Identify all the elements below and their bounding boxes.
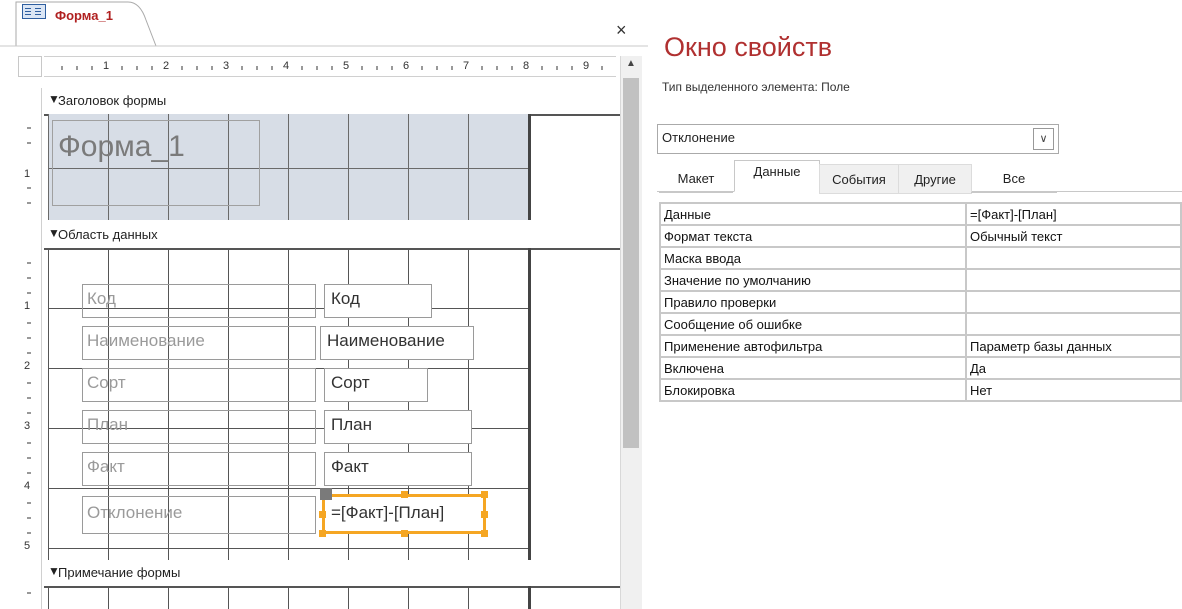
tab-maket[interactable]: Макет xyxy=(659,164,733,193)
property-row[interactable]: Значение по умолчанию xyxy=(659,268,1182,292)
property-value[interactable]: Нет xyxy=(965,378,1182,402)
label-plan[interactable]: План xyxy=(82,410,316,444)
ruler-number: 6 xyxy=(403,60,410,72)
property-value[interactable]: Обычный текст xyxy=(965,224,1182,248)
property-name[interactable]: Значение по умолчанию xyxy=(659,268,967,292)
ruler-corner[interactable] xyxy=(18,56,42,77)
property-value[interactable] xyxy=(965,246,1182,270)
ruler-number: 3 xyxy=(223,60,230,72)
document-tab-title[interactable]: Форма_1 xyxy=(55,8,113,23)
resize-handle[interactable] xyxy=(481,511,488,518)
footer-grid[interactable] xyxy=(48,586,528,609)
property-value[interactable] xyxy=(965,290,1182,314)
property-value[interactable]: Да xyxy=(965,356,1182,380)
scroll-thumb[interactable] xyxy=(623,78,639,448)
property-value[interactable]: Параметр базы данных xyxy=(965,334,1182,358)
object-select-value: Отклонение xyxy=(662,130,735,145)
ruler-number: 7 xyxy=(463,60,470,72)
selection-type: Тип выделенного элемента: Поле xyxy=(662,80,850,94)
scroll-up-icon[interactable]: ▲ xyxy=(622,58,640,72)
property-name[interactable]: Применение автофильтра xyxy=(659,334,967,358)
property-row[interactable]: Данные =[Факт]-[План] xyxy=(659,202,1182,226)
vertical-ruler: 1 1 2 3 4 5 xyxy=(18,88,42,609)
property-table: Данные =[Факт]-[План] Формат текста Обыч… xyxy=(659,202,1182,402)
property-name[interactable]: Маска ввода xyxy=(659,246,967,270)
panel-title: Окно свойств xyxy=(664,32,833,62)
field-otklonenie-selected[interactable]: =[Факт]-[План] xyxy=(322,494,486,534)
section-title: Примечание формы xyxy=(58,565,181,580)
property-value[interactable] xyxy=(965,312,1182,336)
field-sort[interactable]: Сорт xyxy=(324,368,428,402)
field-fakt[interactable]: Факт xyxy=(324,452,472,486)
section-title: Область данных xyxy=(58,227,158,242)
form-right-edge[interactable] xyxy=(528,114,531,220)
ruler-number: 5 xyxy=(343,60,350,72)
ruler-number: 5 xyxy=(24,540,31,552)
property-row[interactable]: Применение автофильтра Параметр базы дан… xyxy=(659,334,1182,358)
section-bar-header[interactable]: ▼ Заголовок формы xyxy=(44,88,620,116)
close-icon[interactable]: × xyxy=(616,20,627,41)
form-icon xyxy=(22,4,46,19)
property-name[interactable]: Правило проверки xyxy=(659,290,967,314)
label-sort[interactable]: Сорт xyxy=(82,368,316,402)
form-right-edge[interactable] xyxy=(528,586,531,609)
ruler-number: 4 xyxy=(283,60,290,72)
ruler-number: 3 xyxy=(24,420,31,432)
tab-sobytiya[interactable]: События xyxy=(819,164,899,194)
form-title-label[interactable]: Форма_1 xyxy=(58,130,185,164)
property-name[interactable]: Сообщение об ошибке xyxy=(659,312,967,336)
field-plan[interactable]: План xyxy=(324,410,472,444)
field-naimenovanie[interactable]: Наименование xyxy=(320,326,474,360)
ruler-number: 1 xyxy=(103,60,110,72)
section-title: Заголовок формы xyxy=(58,93,167,108)
label-kod[interactable]: Код xyxy=(82,284,316,318)
tab-vse[interactable]: Все xyxy=(971,164,1057,193)
property-row[interactable]: Формат текста Обычный текст xyxy=(659,224,1182,248)
label-naimenovanie[interactable]: Наименование xyxy=(82,326,316,360)
label-otklonenie[interactable]: Отклонение xyxy=(82,496,316,534)
property-row[interactable]: Блокировка Нет xyxy=(659,378,1182,402)
resize-handle[interactable] xyxy=(319,530,326,537)
property-value[interactable]: =[Факт]-[План] xyxy=(965,202,1182,226)
tab-dannye[interactable]: Данные xyxy=(734,160,820,192)
property-name[interactable]: Формат текста xyxy=(659,224,967,248)
property-row[interactable]: Включена Да xyxy=(659,356,1182,380)
ruler-number: 9 xyxy=(583,60,590,72)
property-row[interactable]: Маска ввода xyxy=(659,246,1182,270)
form-right-edge[interactable] xyxy=(528,248,531,560)
property-name[interactable]: Блокировка xyxy=(659,378,967,402)
ruler-number: 8 xyxy=(523,60,530,72)
resize-handle[interactable] xyxy=(401,530,408,537)
form-designer: Форма_1 × 1 2 3 4 5 6 7 8 9 1 1 2 3 4 5 … xyxy=(0,0,648,609)
property-row[interactable]: Правило проверки xyxy=(659,290,1182,314)
ruler-number: 1 xyxy=(24,168,31,180)
tab-drugie[interactable]: Другие xyxy=(898,164,972,194)
section-bar-footer[interactable]: ▼ Примечание формы xyxy=(44,560,620,588)
resize-handle[interactable] xyxy=(481,491,488,498)
property-name[interactable]: Включена xyxy=(659,356,967,380)
resize-handle[interactable] xyxy=(481,530,488,537)
label-fakt[interactable]: Факт xyxy=(82,452,316,486)
resize-handle[interactable] xyxy=(401,491,408,498)
move-handle[interactable] xyxy=(320,488,332,500)
horizontal-ruler: 1 2 3 4 5 6 7 8 9 xyxy=(44,56,616,77)
chevron-down-icon[interactable]: ∨ xyxy=(1033,128,1054,150)
ruler-number: 2 xyxy=(163,60,170,72)
property-name[interactable]: Данные xyxy=(659,202,967,226)
resize-handle[interactable] xyxy=(319,511,326,518)
section-bar-detail[interactable]: ▼ Область данных xyxy=(44,222,620,250)
property-value[interactable] xyxy=(965,268,1182,292)
property-row[interactable]: Сообщение об ошибке xyxy=(659,312,1182,336)
ruler-number: 2 xyxy=(24,360,31,372)
field-kod[interactable]: Код xyxy=(324,284,432,318)
ruler-number: 1 xyxy=(24,300,31,312)
ruler-number: 4 xyxy=(24,480,31,492)
